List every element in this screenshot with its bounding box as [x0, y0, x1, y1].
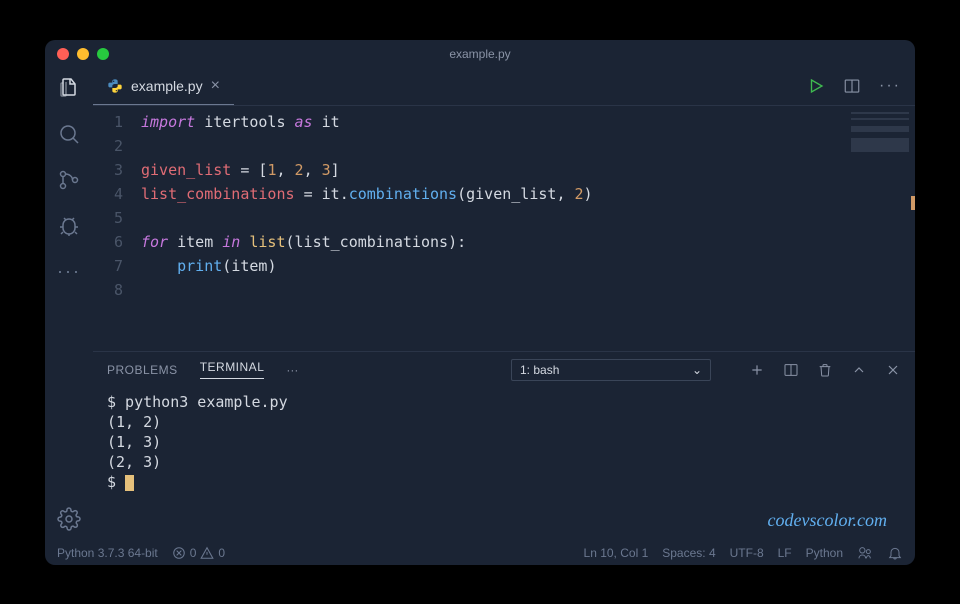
split-editor-icon[interactable]	[843, 77, 861, 95]
minimap[interactable]	[845, 106, 915, 351]
close-window-button[interactable]	[57, 48, 69, 60]
tab-label: example.py	[131, 78, 203, 94]
split-terminal-icon[interactable]	[783, 362, 799, 378]
maximize-window-button[interactable]	[97, 48, 109, 60]
editor-area: 12345678 import itertools as it given_li…	[93, 106, 915, 351]
titlebar: example.py	[45, 40, 915, 68]
activity-bar: ···	[45, 68, 93, 541]
code-content[interactable]: import itertools as it given_list = [1, …	[141, 110, 845, 351]
status-language[interactable]: Python	[806, 546, 843, 560]
main-area: ··· example.py ×	[45, 68, 915, 541]
panel-tabs: PROBLEMS TERMINAL ··· 1: bash ⌄	[93, 352, 915, 388]
debug-icon[interactable]	[57, 214, 81, 238]
panel-more-icon[interactable]: ···	[286, 363, 298, 377]
status-problems[interactable]: 0 0	[172, 546, 225, 560]
vscode-window: example.py ···	[45, 40, 915, 565]
content-area: example.py × ··· 12345678 import iterto	[93, 68, 915, 541]
minimize-window-button[interactable]	[77, 48, 89, 60]
feedback-icon[interactable]	[857, 545, 873, 561]
traffic-lights	[57, 48, 109, 60]
line-numbers: 12345678	[93, 110, 141, 351]
new-terminal-icon[interactable]	[749, 362, 765, 378]
chevron-down-icon: ⌄	[692, 363, 702, 377]
notifications-icon[interactable]	[887, 545, 903, 561]
terminal-selector-label: 1: bash	[520, 363, 559, 377]
more-actions-icon[interactable]: ···	[879, 77, 901, 95]
collapse-panel-icon[interactable]	[851, 362, 867, 378]
close-panel-icon[interactable]	[885, 362, 901, 378]
minimap-preview	[851, 112, 909, 152]
settings-gear-icon[interactable]	[57, 507, 81, 531]
tab-close-icon[interactable]: ×	[211, 77, 220, 95]
search-icon[interactable]	[57, 122, 81, 146]
more-icon[interactable]: ···	[57, 260, 81, 284]
explorer-icon[interactable]	[57, 76, 81, 100]
minimap-highlight	[911, 196, 915, 210]
tab-example-py[interactable]: example.py ×	[93, 68, 234, 105]
editor-actions: ···	[807, 77, 915, 95]
editor-tabs: example.py × ···	[93, 68, 915, 106]
source-control-icon[interactable]	[57, 168, 81, 192]
status-interpreter[interactable]: Python 3.7.3 64-bit	[57, 546, 158, 560]
kill-terminal-icon[interactable]	[817, 362, 833, 378]
status-cursor[interactable]: Ln 10, Col 1	[584, 546, 649, 560]
window-title: example.py	[45, 47, 915, 61]
status-bar: Python 3.7.3 64-bit 0 0 Ln 10, Col 1 Spa…	[45, 541, 915, 565]
tab-problems[interactable]: PROBLEMS	[107, 363, 178, 377]
tab-terminal[interactable]: TERMINAL	[200, 360, 265, 379]
run-icon[interactable]	[807, 77, 825, 95]
watermark: codevscolor.com	[768, 510, 887, 531]
status-spaces[interactable]: Spaces: 4	[662, 546, 715, 560]
status-eol[interactable]: LF	[778, 546, 792, 560]
python-file-icon	[107, 78, 123, 94]
status-encoding[interactable]: UTF-8	[730, 546, 764, 560]
terminal-selector[interactable]: 1: bash ⌄	[511, 359, 711, 381]
code-editor[interactable]: 12345678 import itertools as it given_li…	[93, 106, 845, 351]
panel-actions	[749, 362, 901, 378]
